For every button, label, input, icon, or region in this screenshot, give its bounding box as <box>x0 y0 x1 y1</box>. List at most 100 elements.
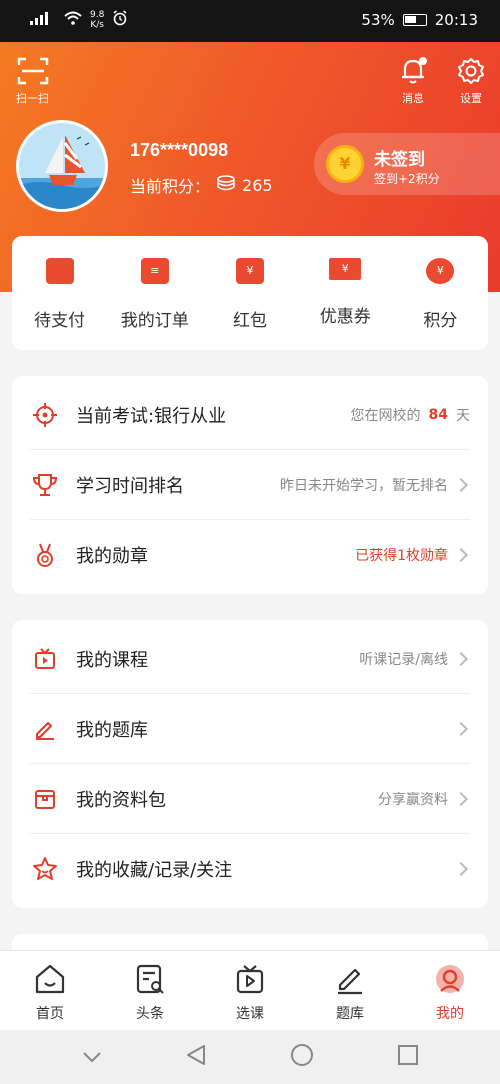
course-icon <box>30 644 60 674</box>
battery-icon <box>402 14 427 26</box>
question-bank-row[interactable]: 我的题库 <box>30 694 470 764</box>
tab-question-bank[interactable]: 题库 <box>300 951 400 1030</box>
hide-nav-button[interactable] <box>82 1048 102 1067</box>
content-card: 我的课程 听课记录/离线 我的题库 我的资料包 分享赢资料 我的收藏/记录/关注 <box>12 620 488 908</box>
medals-label: 我的勋章 <box>76 546 148 567</box>
chevron-right-icon <box>453 721 469 736</box>
wallet-icon <box>45 258 74 284</box>
sign-in-button[interactable]: ¥ 未签到 签到+2积分 <box>314 133 500 195</box>
tab-profile[interactable]: 我的 <box>400 951 500 1030</box>
courses-hint: 听课记录/离线 <box>359 651 448 668</box>
order-item-red-packet[interactable]: ¥ 红包 <box>202 236 297 350</box>
order-label: 红包 <box>233 311 267 331</box>
order-label: 我的订单 <box>120 311 189 331</box>
order-label: 待支付 <box>34 311 86 331</box>
order-item-pending-payment[interactable]: 待支付 <box>12 236 107 350</box>
study-ranking-row[interactable]: 学习时间排名 昨日未开始学习，暂无排名 <box>30 450 470 520</box>
orders-card: 待支付 ≡ 我的订单 ¥ 红包 ¥ 优惠券 ¥ 积分 <box>12 236 488 350</box>
chevron-right-icon <box>453 651 469 666</box>
my-courses-row[interactable]: 我的课程 听课记录/离线 <box>30 624 470 694</box>
user-points[interactable]: 当前积分： 265 <box>130 173 273 197</box>
exam-days-suffix: 天 <box>456 407 470 424</box>
signal-icon <box>30 11 56 29</box>
coupon-icon: ¥ <box>329 258 362 280</box>
favorites-row[interactable]: 我的收藏/记录/关注 <box>30 834 470 904</box>
chevron-right-icon <box>453 547 469 563</box>
order-label: 积分 <box>423 311 458 331</box>
target-icon <box>30 400 60 430</box>
home-icon <box>0 963 100 995</box>
materials-hint: 分享赢资料 <box>378 791 448 808</box>
status-bar: 9.8 K/s 53% 20:13 <box>0 0 500 42</box>
tab-news[interactable]: 头条 <box>100 951 200 1030</box>
course-select-icon <box>200 963 300 995</box>
tab-course-select[interactable]: 选课 <box>200 951 300 1030</box>
messages-button[interactable]: 消息 <box>398 56 428 106</box>
tab-label: 我的 <box>436 1006 464 1022</box>
scan-label: 扫一扫 <box>16 92 49 105</box>
clock: 20:13 <box>434 11 478 29</box>
chevron-right-icon <box>453 791 469 806</box>
system-nav-bar <box>0 1030 500 1084</box>
study-card: 当前考试:银行从业 您在网校的 84 天 学习时间排名 昨日未开始学习，暂无排名… <box>12 376 488 594</box>
medals-value: 已获得1枚勋章 <box>355 545 470 565</box>
points-value: 265 <box>242 175 273 195</box>
sign-in-subtitle: 签到+2积分 <box>374 172 440 186</box>
messages-label: 消息 <box>402 92 424 105</box>
order-item-my-orders[interactable]: ≡ 我的订单 <box>107 236 202 350</box>
trophy-icon <box>30 470 60 500</box>
study-ranking-value: 昨日未开始学习，暂无排名 <box>280 475 470 495</box>
order-item-points[interactable]: ¥ 积分 <box>393 236 488 350</box>
current-exam-row[interactable]: 当前考试:银行从业 您在网校的 84 天 <box>30 380 470 450</box>
tab-label: 选课 <box>236 1006 264 1022</box>
current-exam-label: 当前考试:银行从业 <box>76 405 227 427</box>
avatar[interactable] <box>16 120 108 212</box>
settings-button[interactable]: 设置 <box>456 56 486 106</box>
news-icon <box>100 963 200 995</box>
exam-days: 您在网校的 84 天 <box>351 405 470 425</box>
profile-icon <box>400 963 500 995</box>
wifi-icon <box>64 11 82 29</box>
materials-label: 我的资料包 <box>76 789 166 811</box>
star-icon <box>30 854 60 884</box>
net-speed: 9.8 K/s <box>90 10 105 30</box>
pencil-icon <box>30 714 60 744</box>
sign-in-title: 未签到 <box>374 150 425 170</box>
red-packet-icon: ¥ <box>236 258 264 284</box>
materials-row[interactable]: 我的资料包 分享赢资料 <box>30 764 470 834</box>
study-ranking-label: 学习时间排名 <box>76 475 184 497</box>
order-icon: ≡ <box>140 258 169 284</box>
bottom-tab-bar: 首页 头条 选课 题库 我的 <box>0 950 500 1030</box>
points-icon: ¥ <box>426 258 455 284</box>
medals-count-text: 已获得1枚勋章 <box>355 548 448 564</box>
favorites-value <box>448 861 470 877</box>
settings-label: 设置 <box>460 92 482 105</box>
bell-icon <box>398 56 428 86</box>
coins-stack-icon <box>216 175 236 195</box>
my-courses-label: 我的课程 <box>76 649 148 671</box>
recents-button[interactable] <box>397 1044 419 1070</box>
home-button[interactable] <box>290 1043 314 1071</box>
user-phone: 176****0098 <box>130 140 229 160</box>
tab-label: 首页 <box>36 1006 64 1022</box>
tab-home[interactable]: 首页 <box>0 951 100 1030</box>
medals-row[interactable]: 我的勋章 已获得1枚勋章 <box>30 520 470 590</box>
back-button[interactable] <box>185 1044 207 1070</box>
exam-days-prefix: 您在网校的 <box>350 407 421 424</box>
coin-icon: ¥ <box>326 145 364 183</box>
question-bank-label: 我的题库 <box>76 719 148 741</box>
gear-icon <box>456 56 486 86</box>
exam-days-value: 84 <box>428 406 448 423</box>
scan-button[interactable]: 扫一扫 <box>16 56 49 106</box>
chevron-right-icon <box>453 861 469 877</box>
tab-label: 题库 <box>336 1006 364 1022</box>
favorites-label: 我的收藏/记录/关注 <box>76 860 233 881</box>
question-bank-value <box>448 721 470 736</box>
scan-icon <box>16 56 49 86</box>
medal-icon <box>30 540 60 570</box>
order-item-coupons[interactable]: ¥ 优惠券 <box>298 236 393 350</box>
tab-label: 头条 <box>136 1006 164 1022</box>
battery-percent: 53% <box>361 11 395 29</box>
package-icon <box>30 784 60 814</box>
order-label: 优惠券 <box>319 307 371 327</box>
